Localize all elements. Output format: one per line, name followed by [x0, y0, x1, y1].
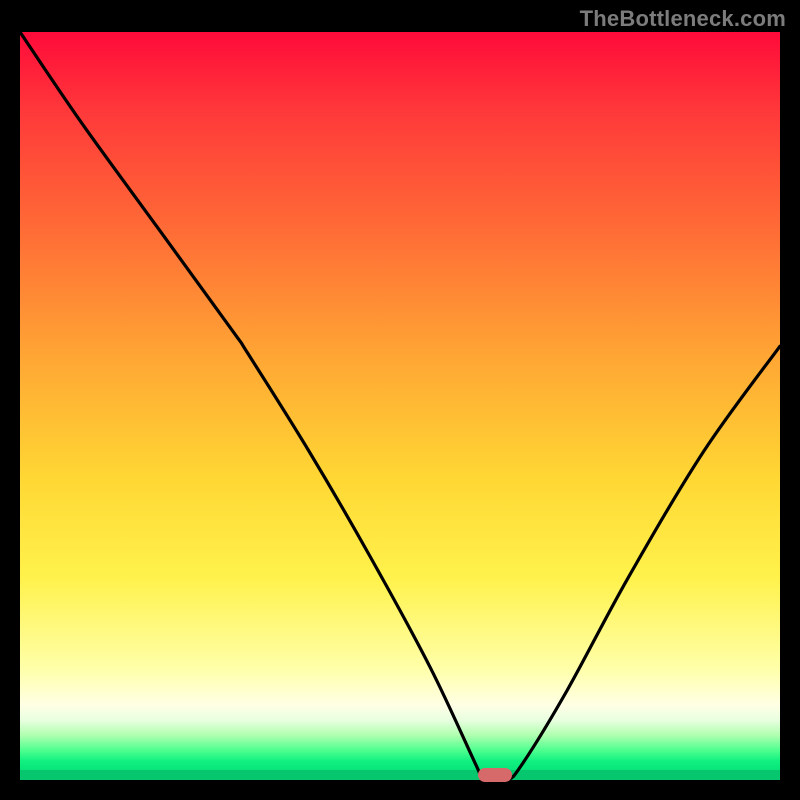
- attribution-text: TheBottleneck.com: [580, 6, 786, 32]
- bottleneck-curve: [20, 32, 780, 780]
- plot-area: [20, 32, 780, 780]
- chart-frame: [10, 32, 790, 790]
- optimal-point-marker: [478, 768, 512, 782]
